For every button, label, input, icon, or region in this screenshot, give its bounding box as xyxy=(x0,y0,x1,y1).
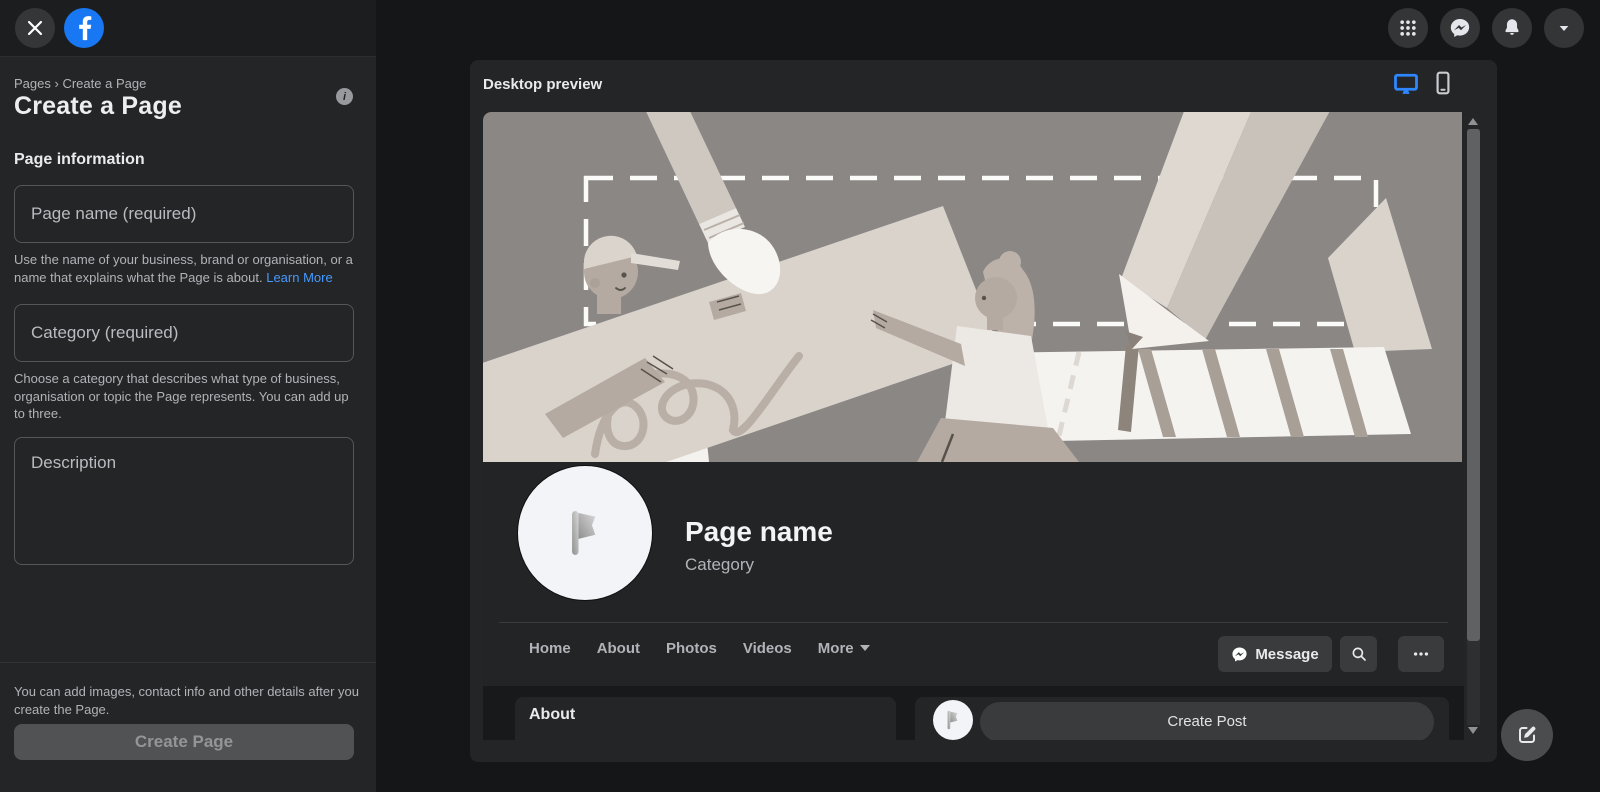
preview-header-section: Page name Category Home About Photos Vid… xyxy=(483,112,1483,686)
mobile-toggle-button[interactable] xyxy=(1430,70,1460,100)
avatar xyxy=(933,700,973,740)
tab-photos[interactable]: Photos xyxy=(653,640,730,657)
page-name-help-text: Use the name of your business, brand or … xyxy=(14,252,353,285)
edit-icon xyxy=(1519,726,1536,743)
preview-scrollbar[interactable] xyxy=(1464,112,1483,740)
apps-grid-icon xyxy=(1400,20,1416,36)
page-name-input[interactable] xyxy=(14,185,354,243)
mobile-icon xyxy=(1436,71,1450,95)
tab-more[interactable]: More xyxy=(805,640,883,657)
messenger-icon xyxy=(1232,647,1247,661)
category-help-text: Choose a category that describes what ty… xyxy=(14,371,349,421)
cover-photo-area xyxy=(483,112,1462,462)
profile-picture[interactable] xyxy=(517,465,653,601)
cover-illustration xyxy=(483,112,1462,462)
page-title: Create a Page xyxy=(14,92,182,120)
breadcrumb: Pages › Create a Page xyxy=(14,76,146,91)
messenger-icon xyxy=(1450,19,1470,37)
facebook-logo[interactable] xyxy=(64,8,104,48)
search-icon xyxy=(1352,647,1366,661)
preview-feed-section: About Create Post xyxy=(483,686,1483,740)
page-search-button[interactable] xyxy=(1340,636,1377,672)
create-page-button[interactable]: Create Page xyxy=(14,724,354,760)
preview-page-category: Category xyxy=(685,555,754,574)
sidebar-footer-divider xyxy=(0,662,376,663)
flag-icon xyxy=(572,511,596,555)
close-icon xyxy=(27,20,43,36)
flag-icon xyxy=(947,710,958,730)
page-preview-viewport: Page name Category Home About Photos Vid… xyxy=(483,112,1483,740)
apps-menu-button[interactable] xyxy=(1388,8,1428,48)
category-input[interactable] xyxy=(14,304,354,362)
create-page-sidebar: Pages › Create a Page Create a Page i Pa… xyxy=(0,0,376,792)
create-post-field[interactable]: Create Post xyxy=(980,702,1434,740)
ellipsis-icon xyxy=(1413,652,1429,656)
preview-panel-title: Desktop preview xyxy=(483,76,603,93)
description-textarea[interactable] xyxy=(14,437,354,565)
create-page-screen: { "topbar": { "icons": ["close-icon","fa… xyxy=(0,0,1600,792)
message-button[interactable]: Message xyxy=(1218,636,1332,672)
about-card: About xyxy=(515,697,896,740)
sidebar-header xyxy=(0,0,376,57)
about-card-heading: About xyxy=(529,706,576,723)
scroll-down-arrow-icon[interactable] xyxy=(1468,727,1478,734)
desktop-icon xyxy=(1394,73,1418,94)
tab-home[interactable]: Home xyxy=(516,640,584,657)
preview-page-name: Page name xyxy=(685,516,833,547)
learn-more-link[interactable]: Learn More xyxy=(266,270,332,285)
message-button-label: Message xyxy=(1255,645,1319,663)
account-menu-button[interactable] xyxy=(1544,8,1584,48)
facebook-icon xyxy=(64,8,104,48)
breadcrumb-pages[interactable]: Pages xyxy=(14,76,51,91)
create-post-card: Create Post xyxy=(915,697,1449,740)
chevron-down-icon xyxy=(859,645,870,651)
chevron-down-icon xyxy=(1559,26,1569,31)
footer-note: You can add images, contact info and oth… xyxy=(14,684,359,717)
scroll-up-arrow-icon[interactable] xyxy=(1468,118,1478,125)
tab-videos[interactable]: Videos xyxy=(730,640,805,657)
desktop-preview-panel: Desktop preview Page name Category Home … xyxy=(470,60,1497,762)
breadcrumb-current: Create a Page xyxy=(62,76,147,91)
page-information-heading: Page information xyxy=(14,151,145,168)
tab-about[interactable]: About xyxy=(584,640,653,657)
messenger-button[interactable] xyxy=(1440,8,1480,48)
bell-icon xyxy=(1505,19,1519,35)
breadcrumb-separator: › xyxy=(54,76,59,91)
scrollbar-thumb[interactable] xyxy=(1467,129,1480,641)
info-icon[interactable]: i xyxy=(336,88,353,105)
notifications-button[interactable] xyxy=(1492,8,1532,48)
preview-tabs: Home About Photos Videos More xyxy=(516,623,883,673)
compose-post-button[interactable] xyxy=(1501,709,1553,761)
page-more-options-button[interactable] xyxy=(1398,636,1444,672)
desktop-toggle-button[interactable] xyxy=(1392,70,1422,100)
close-button[interactable] xyxy=(15,8,55,48)
